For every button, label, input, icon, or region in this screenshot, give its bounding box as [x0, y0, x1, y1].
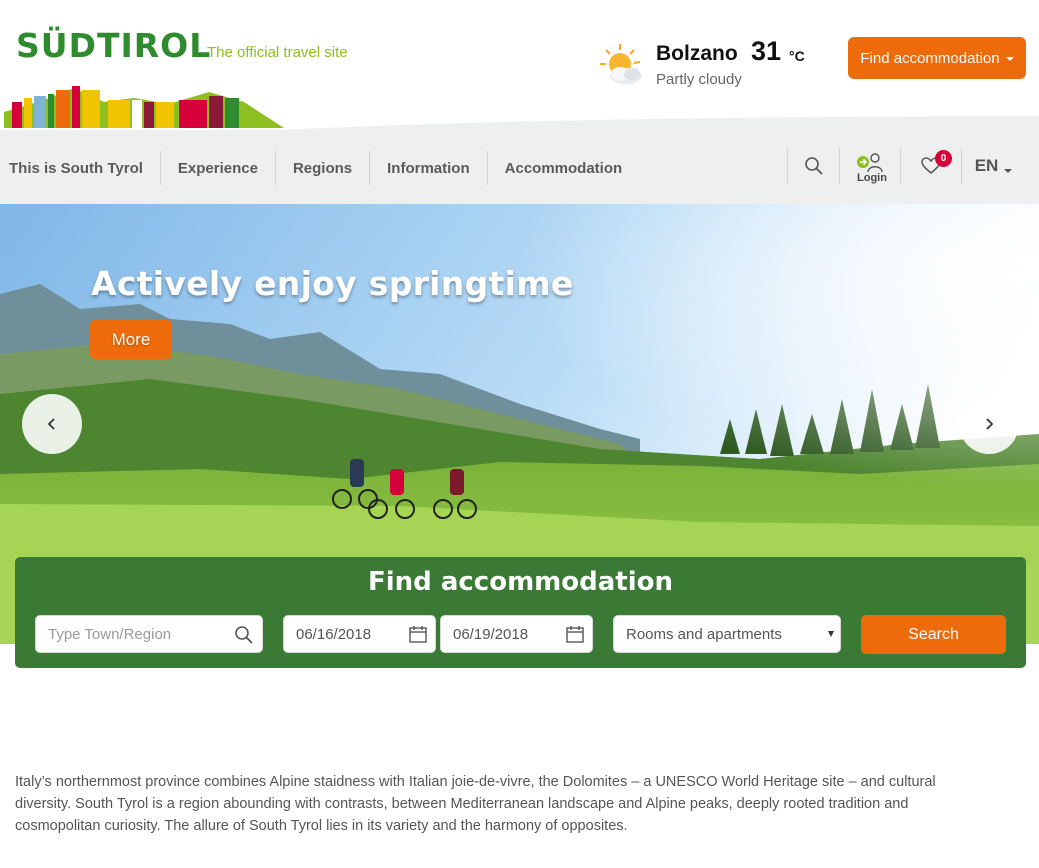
- site-tagline: The official travel site: [207, 44, 348, 61]
- login-icon: [857, 153, 883, 173]
- search-button[interactable]: Search: [861, 615, 1006, 654]
- logo-stripe: [4, 86, 284, 128]
- slider-pagination: [939, 249, 1001, 263]
- nav-tools: Login 0 EN: [787, 146, 1025, 186]
- nav-item-this-is-south-tyrol[interactable]: This is South Tyrol: [0, 151, 161, 185]
- weather-unit: °C: [789, 48, 805, 64]
- weather-temperature: 31: [751, 36, 782, 66]
- next-slide-button[interactable]: [959, 394, 1019, 454]
- nav-menu: This is South Tyrol Experience Regions I…: [0, 148, 639, 188]
- accommodation-type-select[interactable]: Rooms and apartments: [613, 615, 841, 653]
- town-region-input[interactable]: Type Town/Region: [35, 615, 263, 653]
- find-accommodation-label: Find accommodation: [860, 49, 1000, 67]
- calendar-icon[interactable]: [566, 625, 584, 643]
- search-panel-title: Find accommodation: [368, 567, 673, 597]
- weather-city: Bolzano: [656, 42, 738, 65]
- favorites-button[interactable]: 0: [900, 148, 961, 184]
- nav-item-accommodation[interactable]: Accommodation: [488, 151, 640, 185]
- arrival-date-input[interactable]: 06/16/2018: [283, 615, 436, 653]
- language-label: EN: [974, 156, 999, 175]
- slide-dot[interactable]: [955, 249, 969, 263]
- site-logo[interactable]: SÜDTIROL: [16, 26, 211, 66]
- calendar-icon[interactable]: [409, 625, 427, 643]
- language-selector[interactable]: EN: [961, 148, 1025, 184]
- caret-down-icon: [828, 631, 834, 637]
- login-button[interactable]: Login: [839, 148, 900, 184]
- nav-item-regions[interactable]: Regions: [276, 151, 371, 185]
- departure-date-value: 06/19/2018: [453, 625, 529, 643]
- slide-dot[interactable]: [987, 249, 1001, 263]
- favorites-count-badge: 0: [935, 150, 952, 167]
- slide-dot[interactable]: [971, 249, 985, 263]
- nav-item-information[interactable]: Information: [370, 151, 488, 185]
- find-accommodation-button[interactable]: Find accommodation: [848, 37, 1026, 79]
- chevron-right-icon: [986, 418, 994, 430]
- site-header: SÜDTIROL The official travel site Bolzan…: [0, 0, 1039, 130]
- slide-dot[interactable]: [939, 249, 953, 263]
- nav-item-experience[interactable]: Experience: [161, 151, 276, 185]
- more-button[interactable]: More: [90, 320, 172, 359]
- caret-down-icon: [1005, 57, 1014, 61]
- chevron-left-icon: [47, 418, 55, 430]
- intro-paragraph: Italy’s northernmost province combines A…: [15, 774, 936, 834]
- previous-slide-button[interactable]: [22, 394, 82, 454]
- caret-down-icon: [1004, 169, 1013, 173]
- departure-date-input[interactable]: 06/19/2018: [440, 615, 593, 653]
- login-label: Login: [857, 172, 887, 184]
- hero-title: Actively enjoy springtime: [91, 264, 574, 303]
- partly-cloudy-icon: [600, 44, 642, 84]
- search-icon: [804, 157, 823, 175]
- accommodation-type-value: Rooms and apartments: [626, 625, 782, 643]
- search-button[interactable]: [787, 148, 839, 184]
- weather-condition: Partly cloudy: [656, 71, 742, 88]
- weather-widget[interactable]: Bolzano 31 °C Partly cloudy: [598, 36, 818, 98]
- accommodation-search-panel: Find accommodation Type Town/Region 06/1…: [15, 557, 1026, 668]
- arrival-date-value: 06/16/2018: [296, 625, 372, 643]
- town-region-placeholder: Type Town/Region: [48, 625, 172, 643]
- search-icon: [235, 626, 253, 644]
